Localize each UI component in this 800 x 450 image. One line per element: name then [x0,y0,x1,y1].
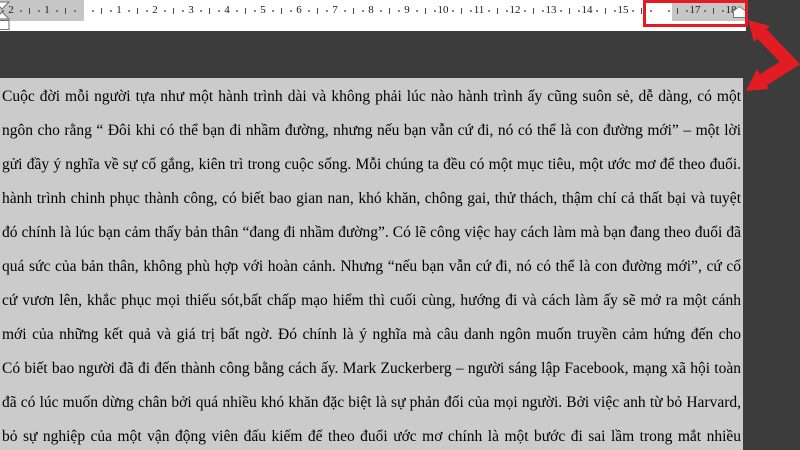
text-line[interactable]: mới của những kết quả và giá trị bất ngờ… [2,318,741,352]
text-line[interactable]: Cuộc đời mỗi người tựa như một hành trìn… [2,80,741,114]
ruler-number: 7 [332,4,338,16]
ruler-quarter-dot [308,10,310,12]
ruler-quarter-dot [272,10,274,12]
text-line[interactable]: hành trình chinh phục thành công, có biế… [2,182,741,216]
ruler-quarter-dot [542,10,544,12]
ruler-half-tick [101,8,102,14]
ruler-half-tick [317,8,318,14]
ruler-quarter-dot [632,10,634,12]
annotation-highlight-box [643,0,748,27]
ruler-quarter-dot [398,10,400,12]
left-indent-markers-icon[interactable] [0,1,12,31]
ruler-quarter-dot [74,10,76,12]
ruler-quarter-dot [524,10,526,12]
ruler-quarter-dot [92,10,94,12]
text-line[interactable]: gửi đầy ý nghĩa về sự cố gắng, kiên trì … [2,148,741,182]
text-line[interactable]: đó chính là lúc bạn cảm thấy bản thân “đ… [2,216,741,250]
ruler-half-tick [281,8,282,14]
ruler-quarter-dot [488,10,490,12]
ruler-quarter-dot [416,10,418,12]
paragraph: Cuộc đời mỗi người tựa như một hành trìn… [2,80,741,450]
ruler-half-tick [497,8,498,14]
ruler-number: 2 [152,4,158,16]
document-page[interactable]: Cuộc đời mỗi người tựa như một hành trìn… [0,78,743,450]
ruler-half-tick [65,8,66,14]
ruler-half-tick [353,8,354,14]
text-line[interactable]: ngôn cho rằng “ Đôi khi có thể bạn đi nh… [2,114,741,148]
ruler-number: 6 [296,4,302,16]
ruler-quarter-dot [128,10,130,12]
ruler-ticks: 2 1 1 2 3 4 5 6 7 8 9 10 11 12 13 14 15 17 18 [0,0,746,21]
ruler-number: 8 [368,4,374,16]
ruler-number: 3 [188,4,194,16]
ruler-quarter-dot [146,10,148,12]
ruler-quarter-dot [182,10,184,12]
ruler-half-tick [245,8,246,14]
ruler-quarter-dot [326,10,328,12]
ruler-half-tick [209,8,210,14]
ruler-half-tick [29,8,30,14]
ruler-quarter-dot [38,10,40,12]
ruler-number: 1 [44,4,50,16]
ruler-number: 5 [260,4,266,16]
ruler-half-tick [389,8,390,14]
ruler-number: 14 [581,4,593,16]
ruler-quarter-dot [596,10,598,12]
ruler-quarter-dot [506,10,508,12]
ruler-half-tick [641,8,642,14]
ruler-quarter-dot [614,10,616,12]
ruler-quarter-dot [290,10,292,12]
text-line[interactable]: cứ vươn lên, khắc phục mọi thiếu sót,bất… [2,284,741,318]
ruler-quarter-dot [362,10,364,12]
ruler-number: 12 [509,4,521,16]
ruler-quarter-dot [452,10,454,12]
text-line[interactable]: đã có lúc muốn dừng chân bởi quá nhiều k… [2,386,741,420]
ruler-quarter-dot [344,10,346,12]
word-editor-window: { "colors": { "annotation_red": "#e31b23… [0,0,800,450]
ruler-quarter-dot [578,10,580,12]
ruler-number: 9 [404,4,410,16]
ruler-half-tick [137,8,138,14]
text-line[interactable]: Có biết bao người đã đi đến thành công b… [2,352,741,386]
ruler-number: 11 [473,4,485,16]
ruler-quarter-dot [470,10,472,12]
ruler-number: 15 [617,4,629,16]
ruler-half-tick [461,8,462,14]
ruler-number: 10 [437,4,449,16]
ruler-quarter-dot [56,10,58,12]
ruler-quarter-dot [560,10,562,12]
ruler-quarter-dot [200,10,202,12]
ruler-quarter-dot [236,10,238,12]
ruler-half-tick [605,8,606,14]
ruler-quarter-dot [20,10,22,12]
ruler-quarter-dot [380,10,382,12]
ruler-quarter-dot [218,10,220,12]
ruler-half-tick [173,8,174,14]
ruler-lower-strip [0,21,746,31]
ruler-quarter-dot [434,10,436,12]
ruler-quarter-dot [110,10,112,12]
ruler-number: 13 [545,4,557,16]
horizontal-ruler[interactable]: 2 1 1 2 3 4 5 6 7 8 9 10 11 12 13 14 15 17 18 [0,0,746,21]
text-line[interactable]: bỏ sự nghiệp của một vận động viên đấu k… [2,420,741,450]
ruler-number: 1 [116,4,122,16]
ruler-number: 4 [224,4,230,16]
ruler-half-tick [533,8,534,14]
text-line[interactable]: quá sức của bản thân, không phù hợp với … [2,250,741,284]
ruler-quarter-dot [254,10,256,12]
ruler-quarter-dot [164,10,166,12]
ruler-half-tick [569,8,570,14]
ruler-half-tick [425,8,426,14]
